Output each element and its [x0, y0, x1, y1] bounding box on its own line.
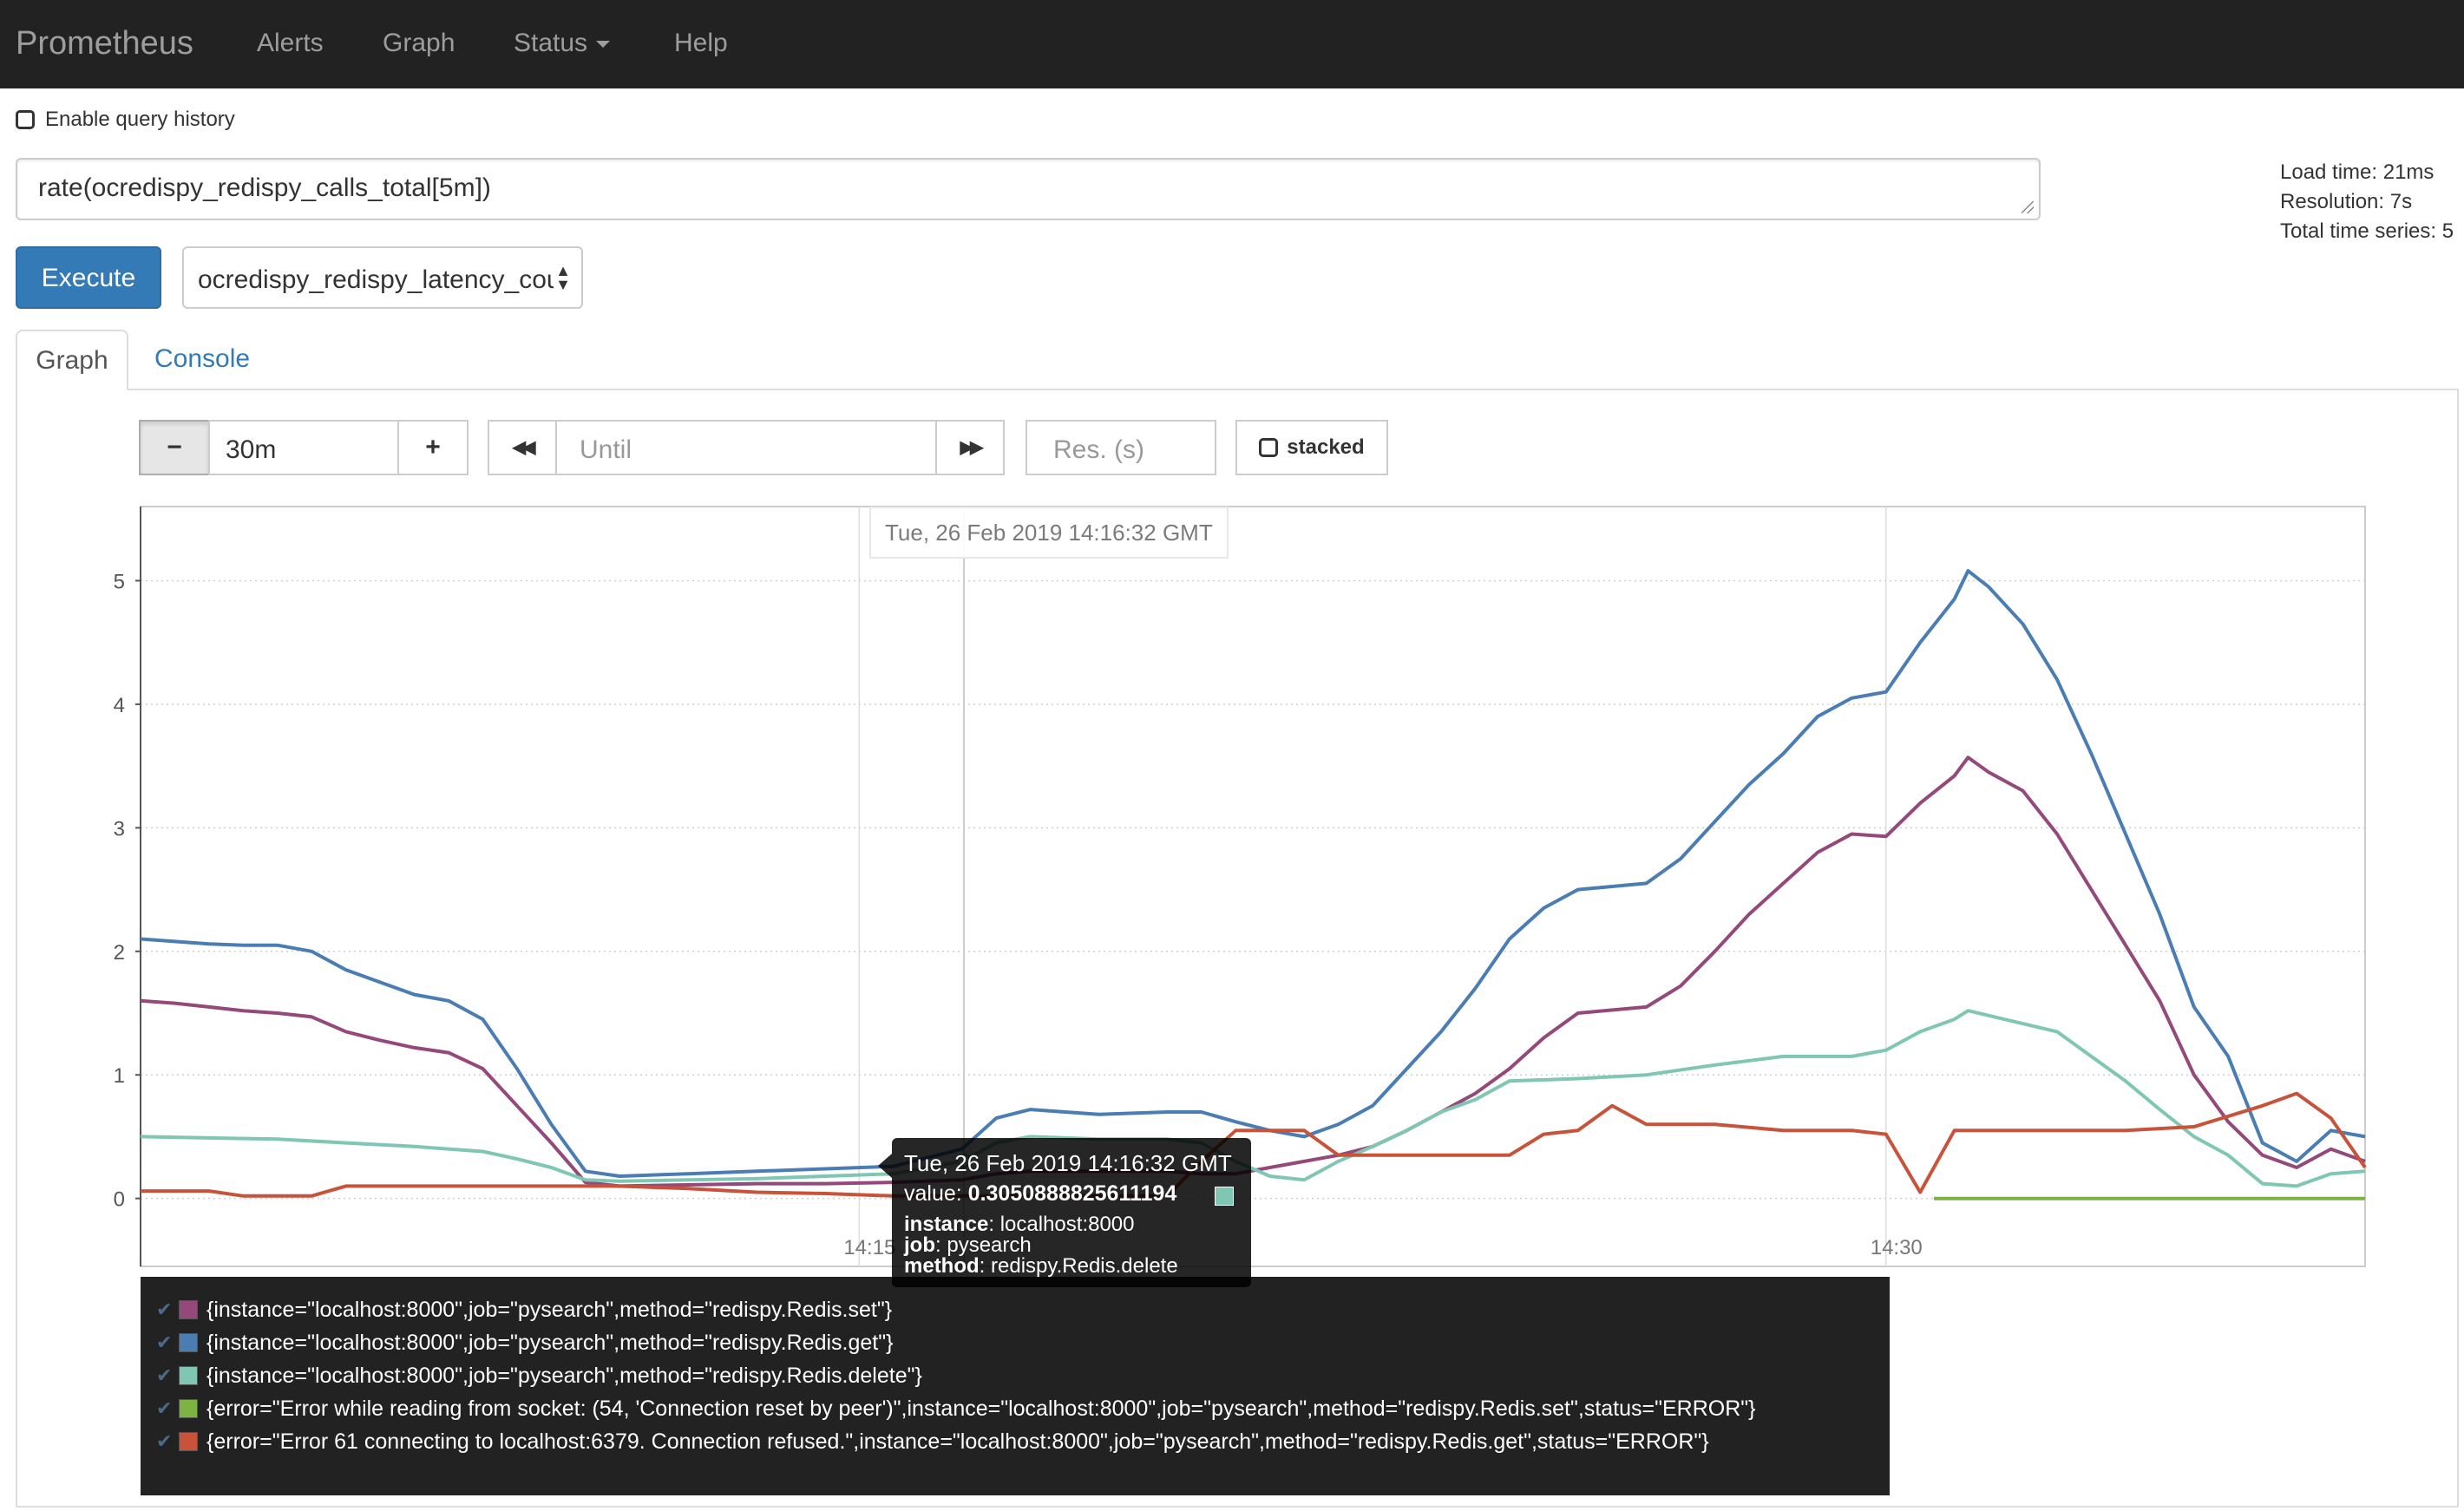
legend-label: {error="Error 61 connecting to localhost…	[206, 1429, 1709, 1454]
legend-swatch	[179, 1432, 198, 1451]
legend-item[interactable]: ✔ {error="Error 61 connecting to localho…	[156, 1426, 1709, 1457]
check-icon: ✔	[156, 1430, 173, 1452]
legend-label: {error="Error while reading from socket:…	[206, 1397, 1756, 1421]
y-tick-label: 3	[114, 817, 125, 841]
y-tick-label: 0	[114, 1188, 125, 1212]
series-line	[141, 1091, 2367, 1198]
y-tick-label: 2	[114, 941, 125, 965]
series-line	[140, 756, 2366, 1188]
legend-item[interactable]: ✔ {instance="localhost:8000",job="pysear…	[156, 1360, 922, 1391]
y-tick-label: 1	[114, 1064, 125, 1088]
check-icon: ✔	[156, 1397, 173, 1419]
legend-swatch	[179, 1300, 198, 1319]
legend-label: {instance="localhost:8000",job="pysearch…	[206, 1364, 922, 1388]
x-tick-label: 14:30	[1871, 1236, 1923, 1259]
legend-item[interactable]: ✔ {instance="localhost:8000",job="pysear…	[156, 1327, 893, 1358]
tooltip-instance-label: instance	[904, 1213, 989, 1236]
chart-series	[140, 569, 2367, 1200]
legend-swatch	[179, 1333, 198, 1352]
check-icon: ✔	[156, 1298, 173, 1320]
legend-label: {instance="localhost:8000",job="pysearch…	[206, 1298, 893, 1322]
tooltip-job-label: job	[904, 1233, 935, 1257]
tooltip-instance-value: localhost:8000	[999, 1213, 1135, 1236]
check-icon: ✔	[156, 1364, 173, 1386]
tooltip-value-number: 0.3050888825611194	[967, 1181, 1177, 1206]
tooltip-swatch	[1215, 1187, 1234, 1206]
tooltip-value: value: 0.3050888825611194	[904, 1181, 1176, 1207]
tooltip-time: Tue, 26 Feb 2019 14:16:32 GMT	[904, 1150, 1232, 1176]
graph-legend: ✔ {instance="localhost:8000",job="pysear…	[141, 1277, 1890, 1495]
y-tick-label: 5	[114, 570, 125, 593]
legend-swatch	[179, 1366, 198, 1385]
tooltip-method-value: redispy.Redis.delete	[991, 1254, 1178, 1278]
check-icon: ✔	[156, 1331, 173, 1353]
tooltip-method-label: method	[904, 1254, 980, 1278]
x-tick-label: 14:15	[843, 1236, 895, 1259]
hover-time-label: Tue, 26 Feb 2019 14:16:32 GMT	[869, 507, 1229, 559]
legend-label: {instance="localhost:8000",job="pysearch…	[206, 1331, 894, 1355]
legend-swatch	[179, 1399, 198, 1418]
legend-item[interactable]: ✔ {instance="localhost:8000",job="pysear…	[156, 1294, 892, 1325]
tooltip-method: method: redispy.Redis.delete	[904, 1254, 1178, 1278]
tooltip-value-label: value:	[904, 1181, 962, 1206]
series-line	[140, 569, 2366, 1178]
y-tick-label: 4	[114, 694, 125, 717]
series-line	[140, 1009, 2366, 1188]
hover-tooltip: Tue, 26 Feb 2019 14:16:32 GMT value: 0.3…	[878, 1138, 1251, 1287]
tab-graph[interactable]: Graph	[16, 330, 128, 390]
legend-item[interactable]: ✔ {error="Error while reading from socke…	[156, 1393, 1756, 1424]
tooltip-job-value: pysearch	[947, 1233, 1032, 1257]
